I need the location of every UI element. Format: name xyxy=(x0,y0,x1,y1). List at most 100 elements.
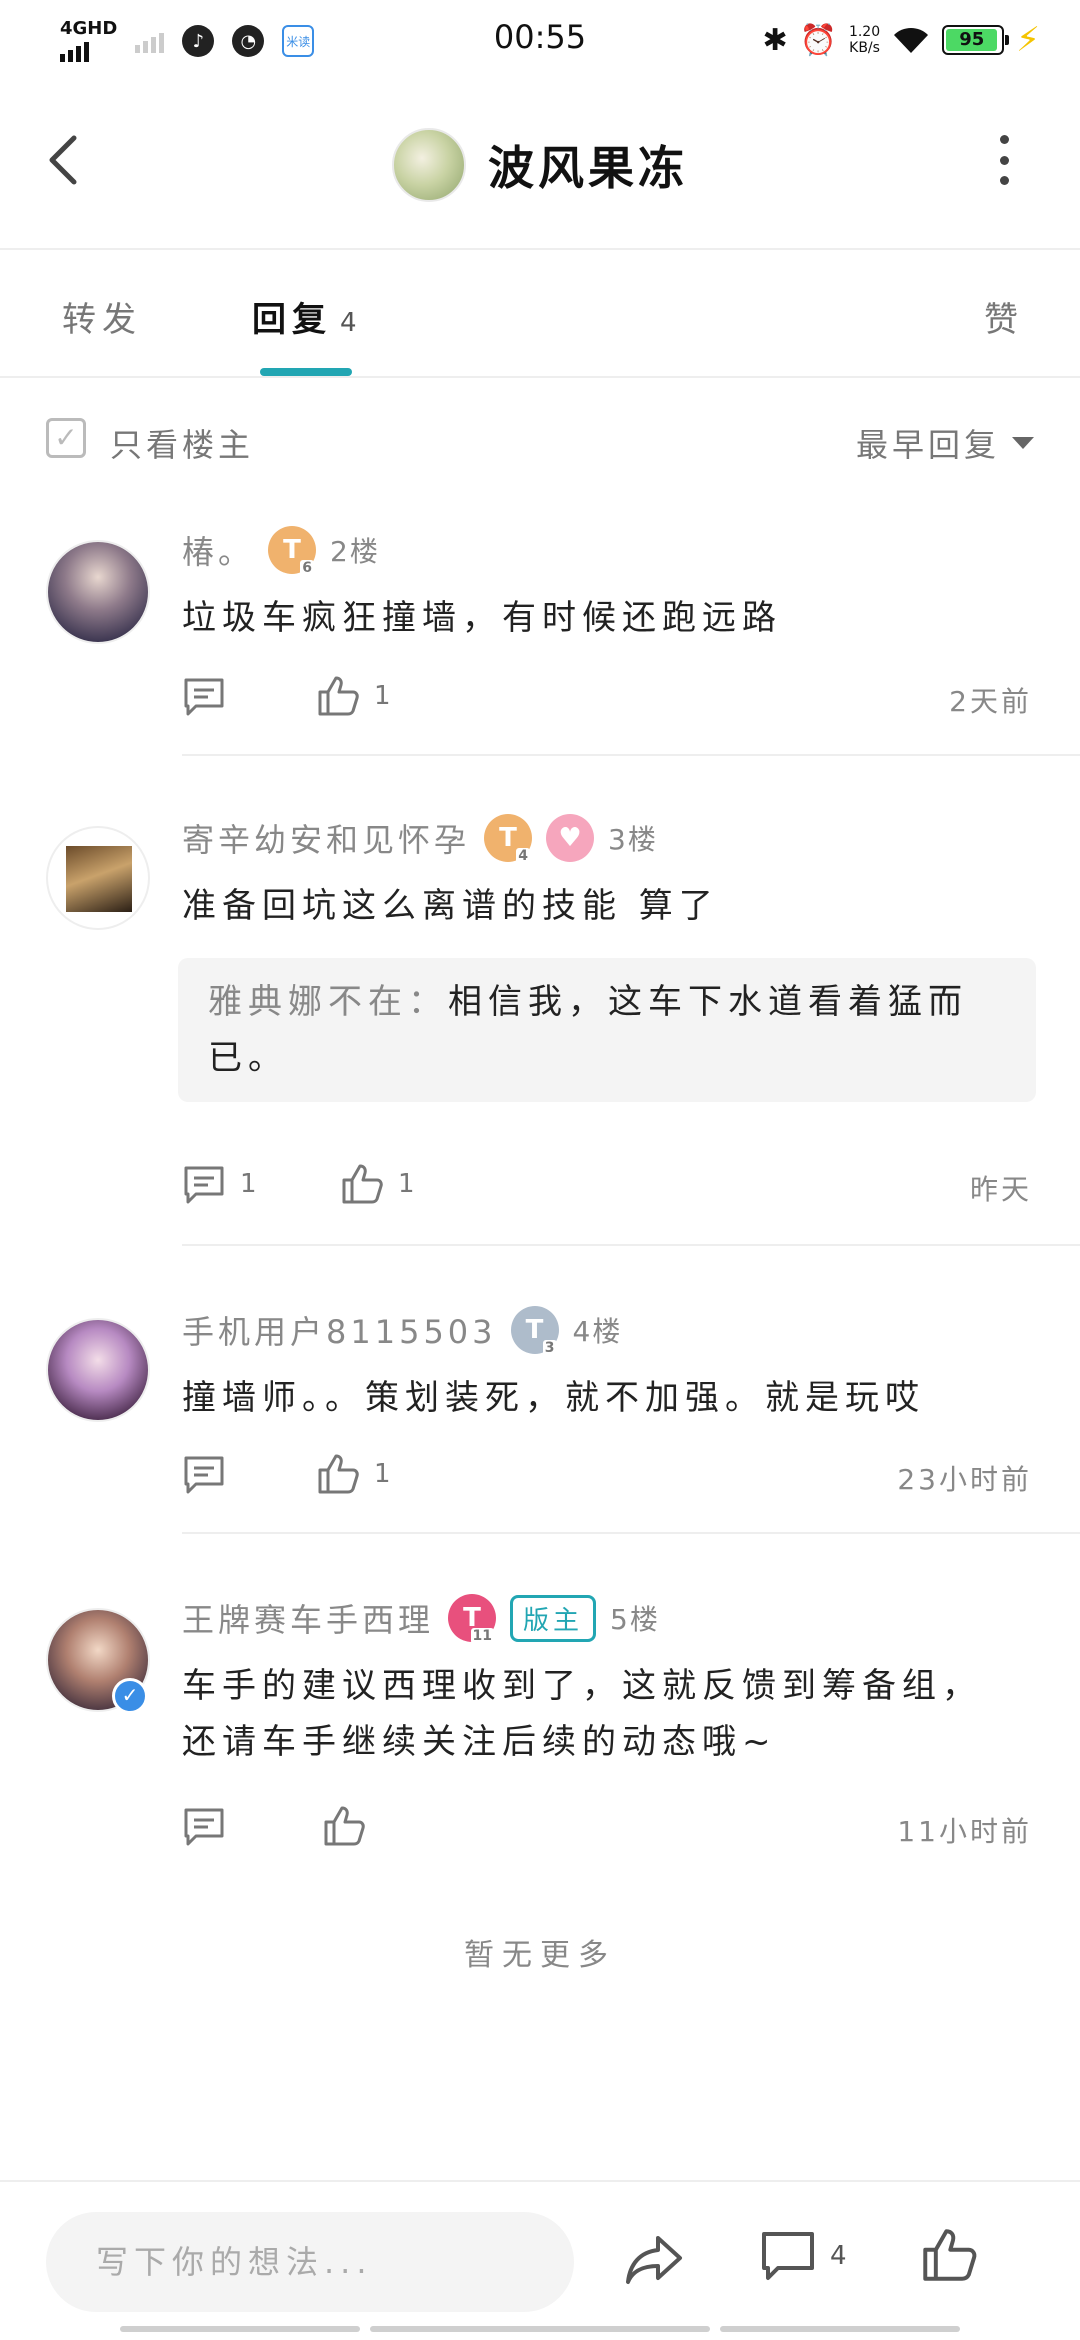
only-op-label[interactable]: 只看楼主 xyxy=(110,420,254,466)
tab-bar: 转发 回复 4 赞 xyxy=(0,252,1080,378)
filter-row: ✓ 只看楼主 最早回复 xyxy=(0,400,1080,480)
reply-meta: 王牌赛车手西理 T 11 版主 5楼 xyxy=(182,1594,660,1644)
gesture-bar-segment xyxy=(720,2326,960,2332)
top-app-bar: 波风果冻 xyxy=(0,80,1080,250)
comment-icon xyxy=(762,2232,814,2280)
reply-actions: 1 1 昨天 xyxy=(182,1162,1032,1212)
reply-actions: 11小时前 xyxy=(182,1804,1032,1854)
like-button[interactable]: 1 xyxy=(316,674,391,718)
quoted-reply[interactable]: 雅典娜不在：相信我，这车下水道看着猛而已。 xyxy=(178,958,1036,1102)
alarm-icon: ⏰ xyxy=(799,22,837,58)
floor-number: 4楼 xyxy=(572,1315,623,1348)
comment-count: 4 xyxy=(830,2241,847,2271)
timestamp: 23小时前 xyxy=(897,1463,1032,1496)
avatar[interactable] xyxy=(46,1318,150,1422)
reply-content-line: 还请车手继续关注后续的动态哦~ xyxy=(182,1722,777,1762)
author-avatar[interactable] xyxy=(392,128,466,202)
speed-unit: KB/s xyxy=(849,40,880,56)
reply-content: 撞墙师。。策划装死，就不加强。就是玩哎 xyxy=(182,1378,925,1418)
speed-value: 1.20 xyxy=(848,24,881,40)
battery-level: 95 xyxy=(946,29,998,51)
charging-bolt-icon: ⚡ xyxy=(1016,20,1040,60)
avatar[interactable] xyxy=(46,826,150,930)
level-badge: T6 xyxy=(268,526,317,576)
post-title-group[interactable]: 波风果冻 xyxy=(0,128,1080,202)
thumbs-up-icon xyxy=(342,1164,383,1204)
timestamp: 11小时前 xyxy=(897,1815,1032,1848)
sort-label: 最早回复 xyxy=(855,426,1000,464)
more-options-icon[interactable] xyxy=(998,135,1010,185)
verified-check-icon: ✓ xyxy=(112,1678,148,1714)
reply-meta: 寄辛幼安和见怀孕 T4 ♥ 3楼 xyxy=(182,814,658,864)
tab-label: 转发 xyxy=(62,300,142,340)
floor-number: 3楼 xyxy=(608,823,658,856)
sort-dropdown[interactable]: 最早回复 xyxy=(856,420,1034,466)
reply-content-line: 车手的建议西理收到了，这就反馈到筹备组， xyxy=(182,1666,982,1706)
gesture-bar-segment xyxy=(120,2326,360,2332)
divider xyxy=(182,1244,1080,1246)
comment-button[interactable] xyxy=(182,1452,226,1496)
status-right: ✱ ⏰ 1.20 KB/s 95 ⚡ xyxy=(762,20,1040,60)
thumbs-up-icon xyxy=(324,1806,365,1846)
reply-actions: 1 23小时前 xyxy=(182,1452,1032,1502)
like-count: 1 xyxy=(374,1459,391,1489)
comment-button[interactable] xyxy=(182,674,226,718)
comment-button[interactable]: 1 xyxy=(182,1162,257,1206)
comment-button[interactable] xyxy=(182,1804,226,1848)
timestamp: 昨天 xyxy=(969,1173,1032,1206)
gesture-bar-segment xyxy=(370,2326,710,2332)
tab-label: 赞 xyxy=(984,300,1024,340)
wifi-icon xyxy=(894,27,929,53)
avatar[interactable] xyxy=(46,540,150,644)
bottom-action-bar: 写下你的想法... 4 xyxy=(0,2180,1080,2340)
timestamp: 2天前 xyxy=(949,685,1032,718)
tab-likes[interactable]: 赞 xyxy=(984,292,1024,341)
tab-replies[interactable]: 回复 4 xyxy=(252,292,357,341)
tab-label: 回复 xyxy=(252,300,332,340)
reply-input[interactable]: 写下你的想法... xyxy=(46,2212,574,2312)
dropdown-arrow-icon xyxy=(1012,437,1034,449)
thumbs-up-icon xyxy=(318,676,359,716)
floor-number: 2楼 xyxy=(330,535,380,568)
username[interactable]: 寄辛幼安和见怀孕 xyxy=(182,815,470,861)
floor-number: 5楼 xyxy=(610,1603,660,1636)
comment-icon xyxy=(184,1456,224,1494)
divider xyxy=(182,754,1080,756)
reply-meta: 椿。 T6 2楼 xyxy=(182,526,380,576)
reply-content: 垃圾车疯狂撞墙，有时候还跑远路 xyxy=(182,598,782,638)
level-badge: T3 xyxy=(510,1306,559,1356)
battery-icon: 95 xyxy=(942,25,1010,55)
no-more-text: 暂无更多 xyxy=(464,1938,616,1973)
comment-icon xyxy=(184,678,224,716)
comment-count: 1 xyxy=(240,1169,257,1199)
active-tab-indicator xyxy=(260,368,352,376)
quote-author[interactable]: 雅典娜不在： xyxy=(208,982,448,1022)
comment-count-button[interactable]: 4 xyxy=(760,2228,847,2284)
bluetooth-icon: ✱ xyxy=(762,22,788,58)
only-op-checkbox[interactable]: ✓ xyxy=(46,418,86,458)
like-button[interactable]: 1 xyxy=(340,1162,415,1206)
moderator-badge: 版主 xyxy=(510,1594,597,1642)
tab-reposts[interactable]: 转发 xyxy=(62,292,142,341)
like-count: 1 xyxy=(398,1169,415,1199)
share-icon[interactable] xyxy=(624,2232,684,2288)
post-author-title: 波风果冻 xyxy=(488,141,688,195)
network-speed: 1.20 KB/s xyxy=(849,24,880,56)
divider xyxy=(182,1532,1080,1534)
username[interactable]: 椿。 xyxy=(182,527,254,573)
reply-content: 准备回坑这么离谱的技能 算了 xyxy=(182,886,719,926)
like-button[interactable]: 1 xyxy=(316,1452,391,1496)
username[interactable]: 王牌赛车手西理 xyxy=(182,1595,434,1641)
reply-content: 车手的建议西理收到了，这就反馈到筹备组， 还请车手继续关注后续的动态哦~ xyxy=(182,1658,1032,1770)
level-badge: T 11 xyxy=(448,1594,497,1644)
status-bar: 4GHD ♪ ◔ 米读 00:55 ✱ ⏰ 1.20 KB/s 95 ⚡ xyxy=(0,0,1080,80)
level-badge: T4 xyxy=(484,814,533,864)
thumbs-up-icon[interactable] xyxy=(920,2226,978,2284)
like-button[interactable] xyxy=(322,1804,366,1848)
like-count: 1 xyxy=(374,681,391,711)
comment-icon xyxy=(184,1166,224,1204)
username[interactable]: 手机用户8115503 xyxy=(182,1307,497,1353)
rabbit-badge-icon: ♥ xyxy=(546,814,595,862)
reply-actions: 1 2天前 xyxy=(182,674,1032,724)
comment-icon xyxy=(184,1808,224,1846)
